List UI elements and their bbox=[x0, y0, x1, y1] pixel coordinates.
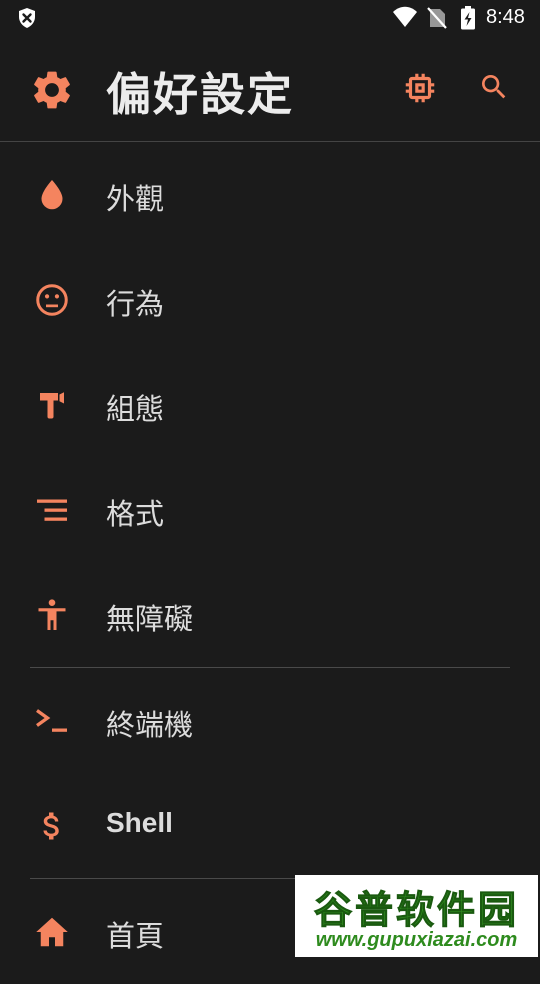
cpu-button[interactable] bbox=[401, 69, 439, 111]
menu-item-label: 格式 bbox=[106, 497, 165, 531]
settings-menu: 外觀 行為 組態 格式 無障礙 終端機 Shell 首頁 bbox=[0, 142, 540, 984]
cpu-icon bbox=[405, 73, 435, 103]
menu-item-label: 組態 bbox=[106, 392, 165, 426]
menu-item-configuration[interactable]: 組態 bbox=[0, 352, 540, 457]
status-bar: 8:48 bbox=[0, 0, 540, 36]
menu-item-label: Shell bbox=[106, 807, 173, 838]
search-icon bbox=[482, 75, 506, 99]
status-time: 8:48 bbox=[486, 6, 525, 28]
menu-item-accessibility[interactable]: 無障礙 bbox=[0, 562, 540, 667]
menu-item-appearance[interactable]: 外觀 bbox=[0, 142, 540, 247]
menu-item-terminal[interactable]: 終端機 bbox=[0, 668, 540, 773]
gear-icon bbox=[29, 67, 75, 117]
home-icon bbox=[34, 914, 70, 950]
terminal-icon bbox=[34, 703, 70, 739]
menu-item-label: 終端機 bbox=[106, 708, 194, 742]
menu-item-label: 行為 bbox=[106, 287, 165, 321]
no-sim-icon bbox=[427, 7, 447, 33]
menu-item-label: 無障礙 bbox=[106, 602, 194, 636]
water-drop-icon bbox=[34, 177, 70, 213]
dollar-icon bbox=[34, 808, 70, 844]
neutral-face-icon bbox=[34, 282, 70, 318]
menu-item-label: 外觀 bbox=[106, 182, 165, 216]
shield-icon bbox=[17, 7, 37, 33]
watermark-title: 谷普软件园 bbox=[313, 888, 519, 933]
watermark-logo: 谷普软件园 www.gupuxiazai.com bbox=[295, 875, 538, 957]
hammer-icon bbox=[34, 387, 70, 423]
accessibility-icon bbox=[34, 597, 70, 633]
app-bar: 偏好設定 bbox=[0, 36, 540, 141]
search-button[interactable] bbox=[478, 71, 510, 107]
battery-charging-icon bbox=[460, 6, 476, 34]
menu-item-shell[interactable]: Shell bbox=[0, 773, 540, 878]
menu-item-behavior[interactable]: 行為 bbox=[0, 247, 540, 352]
menu-item-format[interactable]: 格式 bbox=[0, 457, 540, 562]
menu-item-label: 首頁 bbox=[106, 919, 165, 953]
page-title: 偏好設定 bbox=[106, 68, 295, 121]
format-align-icon bbox=[34, 492, 70, 528]
watermark-url: www.gupuxiazai.com bbox=[315, 929, 518, 951]
wifi-icon bbox=[392, 6, 418, 32]
